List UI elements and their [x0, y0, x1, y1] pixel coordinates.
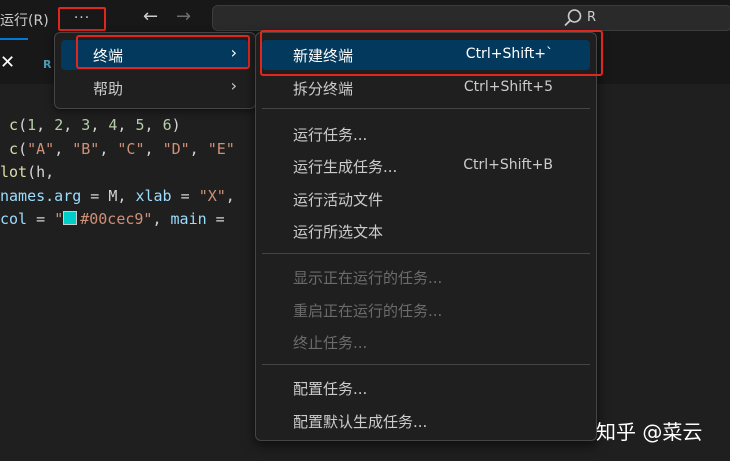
menu-item-restart-running-task: 重启正在运行的任务...	[262, 295, 590, 325]
menu-item-label: 拆分终端	[293, 80, 354, 98]
menu-item-show-running-tasks: 显示正在运行的任务...	[262, 262, 590, 292]
menu-item-configure-default-build-task[interactable]: 配置默认生成任务...	[262, 406, 590, 436]
watermark: 知乎 @菜云	[596, 420, 703, 444]
color-swatch[interactable]	[63, 211, 78, 225]
search-text: R	[587, 10, 597, 25]
command-center-search[interactable]: R	[212, 5, 730, 31]
menu-item-label: 配置任务...	[293, 380, 368, 398]
highlight-box-new-terminal	[260, 30, 603, 76]
menu-item-label: 显示正在运行的任务...	[293, 269, 443, 287]
code-line-2: c("A", "B", "C", "D", "E"	[9, 139, 235, 158]
menu-separator	[262, 253, 590, 254]
menu-item-run-selected-text[interactable]: 运行所选文本	[262, 216, 590, 246]
code-editor[interactable]: c(1, 2, 3, 4, 5, 6) c("A", "B", "C", "D"…	[0, 114, 235, 232]
r-file-icon[interactable]: R	[43, 58, 51, 71]
menu-item-label: 运行任务...	[293, 126, 368, 144]
close-icon[interactable]: ✕	[0, 52, 15, 73]
active-tab-indicator	[0, 38, 28, 40]
menu-separator	[262, 364, 590, 365]
code-line-4: names.arg = M, xlab = "X",	[0, 186, 235, 205]
chevron-right-icon: ›	[230, 76, 237, 95]
highlight-box-terminal	[76, 35, 250, 69]
code-line-1: c(1, 2, 3, 4, 5, 6)	[9, 116, 181, 134]
terminal-submenu: 新建终端 Ctrl+Shift+` 拆分终端 Ctrl+Shift+5 运行任务…	[255, 32, 597, 441]
menu-item-label: 运行所选文本	[293, 223, 384, 241]
menu-item-label: 运行活动文件	[293, 191, 384, 209]
menu-item-configure-tasks[interactable]: 配置任务...	[262, 373, 590, 403]
search-icon	[564, 9, 582, 27]
menu-item-shortcut: Ctrl+Shift+5	[463, 79, 553, 95]
menu-item-label: 配置默认生成任务...	[293, 413, 428, 431]
menu-item-split-terminal[interactable]: 拆分终端 Ctrl+Shift+5	[262, 73, 590, 103]
menu-item-shortcut: Ctrl+Shift+B	[463, 157, 553, 173]
menu-item-label: 重启正在运行的任务...	[293, 302, 443, 320]
menu-item-run-build-task[interactable]: 运行生成任务... Ctrl+Shift+B	[262, 151, 590, 181]
code-line-3: lot(h,	[0, 163, 55, 181]
menu-run[interactable]: 运行(R)	[0, 10, 49, 30]
menu-separator	[262, 108, 590, 109]
forward-arrow-icon[interactable]: →	[176, 6, 191, 27]
back-arrow-icon[interactable]: ←	[143, 6, 158, 27]
more-menu-button[interactable]: ···	[58, 7, 106, 31]
code-line-5: col = " #00cec9", main =	[0, 210, 234, 228]
menu-item-run-task[interactable]: 运行任务...	[262, 119, 590, 149]
menu-item-label: 帮助	[93, 80, 124, 98]
menu-item-help[interactable]: 帮助 ›	[61, 73, 249, 103]
menu-item-label: 运行生成任务...	[293, 158, 398, 176]
menu-item-label: 终止任务...	[293, 334, 368, 352]
menu-item-terminate-task: 终止任务...	[262, 327, 590, 357]
menu-item-run-active-file[interactable]: 运行活动文件	[262, 184, 590, 214]
